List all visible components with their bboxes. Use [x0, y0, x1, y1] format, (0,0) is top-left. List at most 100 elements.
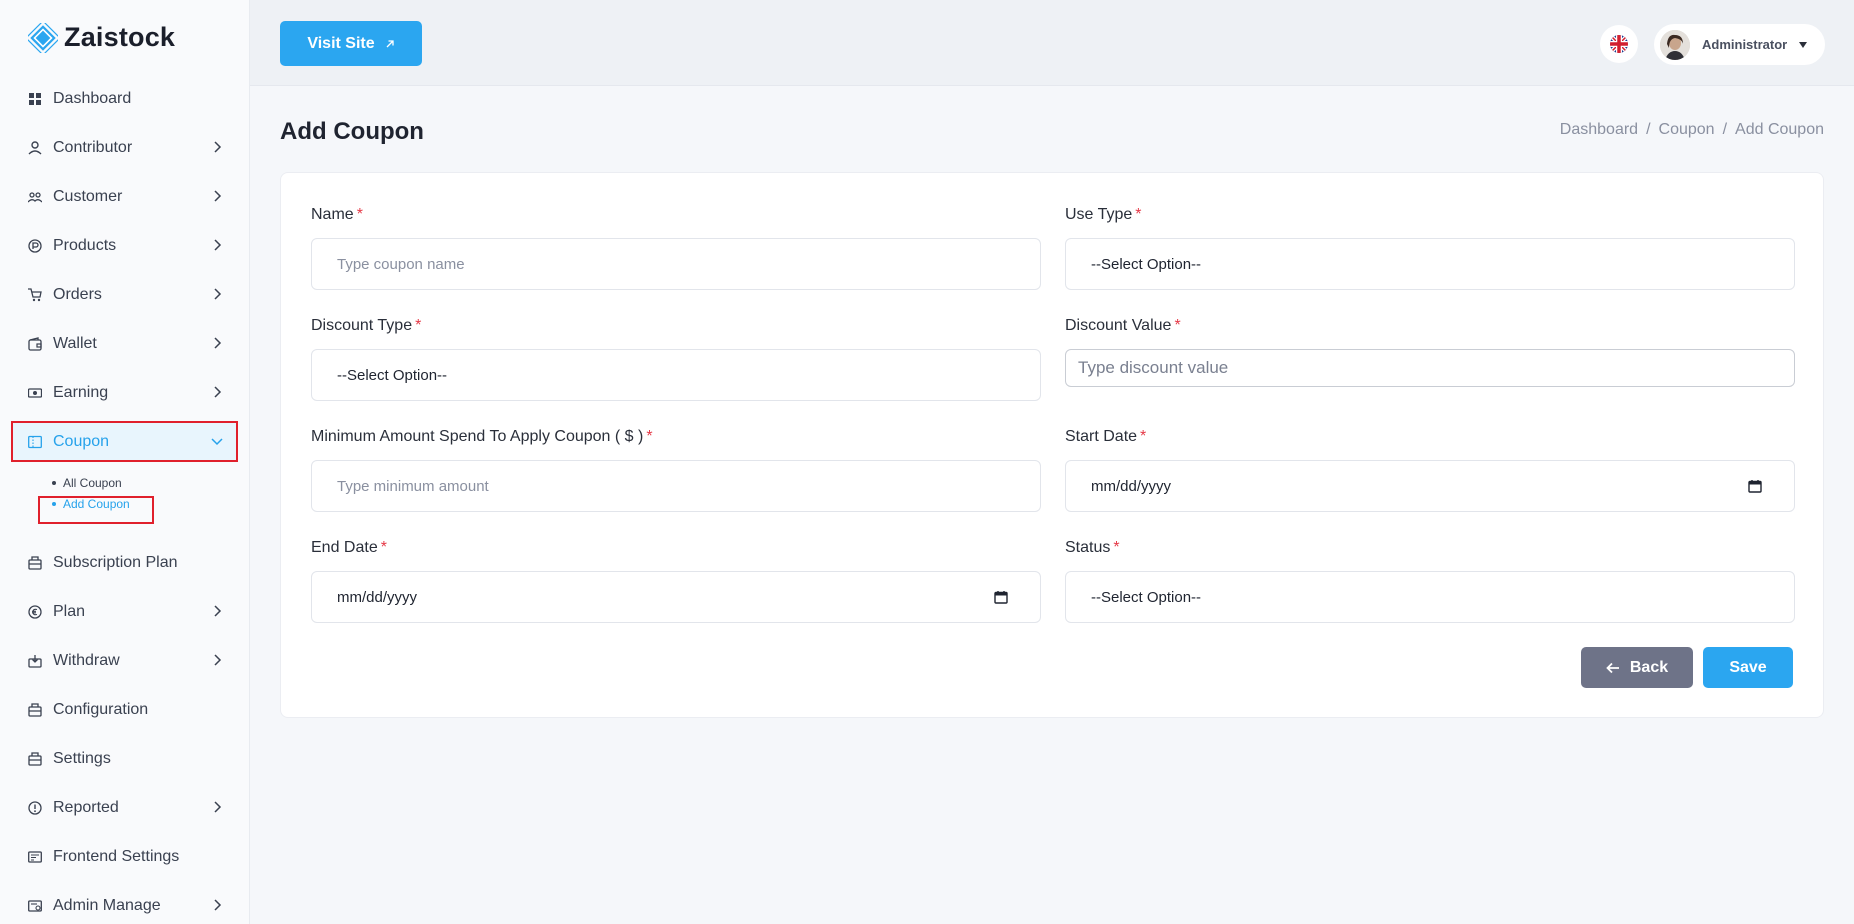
calendar-icon[interactable] [994, 590, 1008, 604]
required-mark: * [1174, 317, 1181, 334]
chevron-right-icon [214, 801, 222, 813]
required-mark: * [1135, 206, 1142, 223]
sidebar-item-dashboard[interactable]: Dashboard [0, 74, 250, 123]
withdraw-icon [28, 654, 42, 668]
sidebar-item-configuration[interactable]: Configuration [0, 685, 250, 734]
brand-logo[interactable]: Zaistock [25, 19, 176, 56]
visit-site-button[interactable]: Visit Site [280, 21, 422, 66]
chevron-right-icon [214, 654, 222, 666]
breadcrumb-coupon[interactable]: Coupon [1659, 121, 1715, 139]
end-date-input[interactable]: mm/dd/yyyy [311, 571, 1041, 623]
back-label: Back [1629, 658, 1669, 676]
coupon-submenu: All Coupon Add Coupon [0, 466, 250, 538]
sidebar-item-settings[interactable]: Settings [0, 734, 250, 783]
contributor-icon [28, 140, 42, 155]
subscription-icon [28, 555, 42, 570]
discount-value-input[interactable]: Type discount value [1065, 349, 1795, 387]
sidebar-item-coupon[interactable]: Coupon [0, 417, 250, 466]
customer-icon [28, 190, 42, 204]
sidebar-item-label: Configuration [53, 700, 149, 718]
chevron-right-icon [214, 288, 222, 300]
required-mark: * [415, 317, 422, 334]
chevron-right-icon [214, 190, 222, 202]
coupon-icon [28, 435, 42, 449]
discount-type-label-text: Discount Type [311, 317, 413, 334]
breadcrumb: Dashboard / Coupon / Add Coupon [1560, 121, 1824, 139]
sidebar-item-wallet[interactable]: Wallet [0, 319, 250, 368]
breadcrumb-current: Add Coupon [1735, 121, 1824, 138]
start-date-value: mm/dd/yyyy [1091, 477, 1172, 495]
wallet-icon [28, 336, 42, 351]
start-date-input[interactable]: mm/dd/yyyy [1065, 460, 1795, 512]
use-type-select[interactable]: --Select Option-- [1065, 238, 1795, 290]
status-select[interactable]: --Select Option-- [1065, 571, 1795, 623]
submenu-item-label: Add Coupon [63, 497, 130, 511]
required-mark: * [1113, 539, 1120, 556]
discount-type-label: Discount Type * [311, 317, 421, 335]
cart-icon [28, 287, 42, 302]
sidebar-item-customer[interactable]: Customer [0, 172, 250, 221]
sidebar-item-label: Contributor [53, 138, 133, 156]
use-type-label-text: Use Type [1065, 206, 1133, 223]
end-date-value: mm/dd/yyyy [337, 588, 418, 606]
sidebar-item-reported[interactable]: Reported [0, 783, 250, 832]
required-mark: * [646, 428, 653, 445]
sidebar-item-admin-manage[interactable]: Admin Manage [0, 881, 250, 924]
save-button[interactable]: Save [1703, 647, 1793, 688]
coupon-name-input[interactable]: Type coupon name [311, 238, 1041, 290]
back-button[interactable]: Back [1581, 647, 1693, 688]
earning-icon [28, 386, 42, 400]
sidebar-item-products[interactable]: Products [0, 221, 250, 270]
sidebar-item-plan[interactable]: Plan [0, 587, 250, 636]
sidebar-item-label: Customer [53, 187, 123, 205]
sidebar-item-label: Settings [53, 749, 111, 767]
required-mark: * [1140, 428, 1147, 445]
page-title: Add Coupon [280, 118, 424, 145]
admin-icon [28, 899, 42, 913]
discount-value-label: Discount Value * [1065, 317, 1181, 335]
required-mark: * [380, 539, 387, 556]
discount-value-label-text: Discount Value [1065, 317, 1172, 334]
breadcrumb-dashboard[interactable]: Dashboard [1560, 121, 1638, 139]
sidebar-item-earning[interactable]: Earning [0, 368, 250, 417]
user-menu[interactable]: Administrator [1654, 24, 1825, 65]
sidebar: Zaistock Dashboard Contributor Customer [0, 0, 250, 924]
calendar-icon[interactable] [1748, 479, 1762, 493]
sidebar-item-label: Orders [53, 285, 102, 303]
sidebar-item-contributor[interactable]: Contributor [0, 123, 250, 172]
sidebar-item-label: Subscription Plan [53, 553, 178, 571]
sidebar-item-withdraw[interactable]: Withdraw [0, 636, 250, 685]
sidebar-item-subscription-plan[interactable]: Subscription Plan [0, 538, 250, 587]
bullet-icon [52, 502, 56, 506]
end-date-label: End Date * [311, 539, 387, 557]
discount-type-select[interactable]: --Select Option-- [311, 349, 1041, 401]
status-label: Status * [1065, 539, 1120, 557]
external-link-icon [386, 39, 394, 47]
end-date-label-text: End Date [311, 539, 378, 556]
sidebar-item-label: Reported [53, 798, 119, 816]
breadcrumb-separator: / [1646, 121, 1651, 138]
configuration-icon [28, 702, 42, 717]
sidebar-item-label: Frontend Settings [53, 847, 180, 865]
language-switcher[interactable] [1600, 25, 1638, 63]
sidebar-item-label: Wallet [53, 334, 97, 352]
status-label-text: Status [1065, 539, 1111, 556]
sidebar-nav: Dashboard Contributor Customer Products [0, 74, 250, 924]
min-amount-input[interactable]: Type minimum amount [311, 460, 1041, 512]
start-date-label-text: Start Date [1065, 428, 1138, 445]
sidebar-item-label: Withdraw [53, 651, 120, 669]
chevron-right-icon [214, 239, 222, 251]
submenu-item-all-coupon[interactable]: All Coupon [52, 474, 122, 492]
reported-icon [28, 800, 42, 815]
sidebar-item-frontend-settings[interactable]: Frontend Settings [0, 832, 250, 881]
min-amount-label: Minimum Amount Spend To Apply Coupon ( $… [311, 428, 653, 446]
bullet-icon [52, 481, 56, 485]
caret-down-icon [1799, 41, 1808, 48]
sidebar-item-orders[interactable]: Orders [0, 270, 250, 319]
chevron-right-icon [214, 337, 222, 349]
frontend-icon [28, 850, 42, 864]
brand-name: Zaistock [64, 22, 176, 52]
arrow-left-icon [1606, 662, 1619, 673]
uk-flag-icon [1610, 35, 1628, 53]
submenu-item-add-coupon[interactable]: Add Coupon [52, 495, 130, 513]
